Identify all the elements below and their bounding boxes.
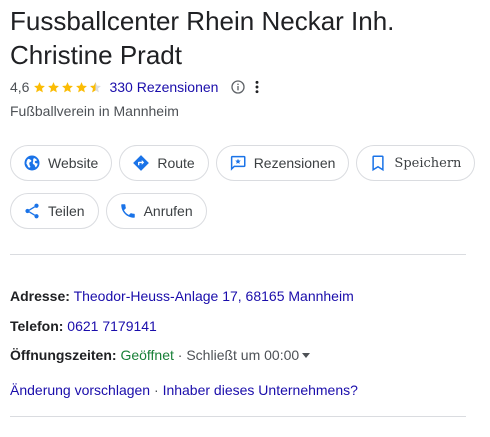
save-button-label: Speichern xyxy=(394,155,462,171)
share-button-label: Teilen xyxy=(48,203,85,219)
website-button[interactable]: Website xyxy=(10,145,113,181)
rating-value: 4,6 xyxy=(10,79,30,95)
hours-separator: · xyxy=(173,347,187,363)
phone-row: Telefon: 0621 7179141 xyxy=(10,318,157,334)
more-vert-icon[interactable] xyxy=(252,79,262,95)
rate-review-icon xyxy=(230,155,246,171)
share-button[interactable]: Teilen xyxy=(10,193,99,229)
phone-icon xyxy=(120,204,135,218)
reviews-button[interactable]: Rezensionen xyxy=(215,145,350,181)
address-row: Adresse: Theodor-Heuss-Anlage 17, 68165 … xyxy=(10,288,354,304)
divider xyxy=(10,416,466,417)
suggest-edit-link[interactable]: Änderung vorschlagen xyxy=(10,382,150,398)
edit-links-row: Änderung vorschlagen · Inhaber dieses Un… xyxy=(10,382,358,398)
business-title-line-2: Christine Pradt xyxy=(10,40,182,70)
hours-closing[interactable]: Schließt um 00:00 xyxy=(186,347,299,363)
star-half-icon xyxy=(90,81,102,92)
phone-label: Telefon: xyxy=(10,318,64,334)
action-chips: Website Route Rezensionen Speichern Teil… xyxy=(10,145,480,241)
save-button[interactable]: Speichern xyxy=(356,145,476,181)
address-label: Adresse: xyxy=(10,288,70,304)
business-title: Fussballcenter Rhein Neckar Inh. Christi… xyxy=(10,4,480,72)
route-button[interactable]: Route xyxy=(119,145,209,181)
bookmark-icon xyxy=(372,155,385,172)
call-button[interactable]: Anrufen xyxy=(105,193,207,229)
rating-stars xyxy=(33,81,103,94)
directions-icon xyxy=(133,155,150,171)
business-title-line-1: Fussballcenter Rhein Neckar Inh. xyxy=(10,6,395,36)
star-icon xyxy=(76,81,88,92)
route-button-label: Route xyxy=(157,155,195,171)
call-button-label: Anrufen xyxy=(143,203,193,219)
business-category: Fußballverein in Mannheim xyxy=(10,103,179,119)
reviews-link[interactable]: 330 Rezensionen xyxy=(109,79,218,95)
address-link[interactable]: Theodor-Heuss-Anlage 17, 68165 Mannheim xyxy=(74,288,354,304)
phone-link[interactable]: 0621 7179141 xyxy=(67,318,157,334)
share-icon xyxy=(25,203,39,219)
globe-icon xyxy=(24,155,40,171)
hours-status: Geöffnet xyxy=(120,347,174,363)
links-separator: · xyxy=(150,382,163,398)
website-button-label: Website xyxy=(48,155,99,171)
hours-row: Öffnungszeiten: Geöffnet · Schließt um 0… xyxy=(10,347,311,363)
reviews-button-label: Rezensionen xyxy=(253,155,336,171)
info-icon[interactable] xyxy=(230,79,246,95)
hours-dropdown-icon[interactable] xyxy=(302,352,311,358)
rating-row: 4,6 330 Rezensionen xyxy=(10,78,262,96)
owner-link[interactable]: Inhaber dieses Unternehmens? xyxy=(163,382,358,398)
divider xyxy=(10,254,466,255)
star-icon xyxy=(62,81,74,92)
star-icon xyxy=(48,81,60,92)
star-icon xyxy=(34,81,46,92)
hours-label: Öffnungszeiten: xyxy=(10,347,117,363)
